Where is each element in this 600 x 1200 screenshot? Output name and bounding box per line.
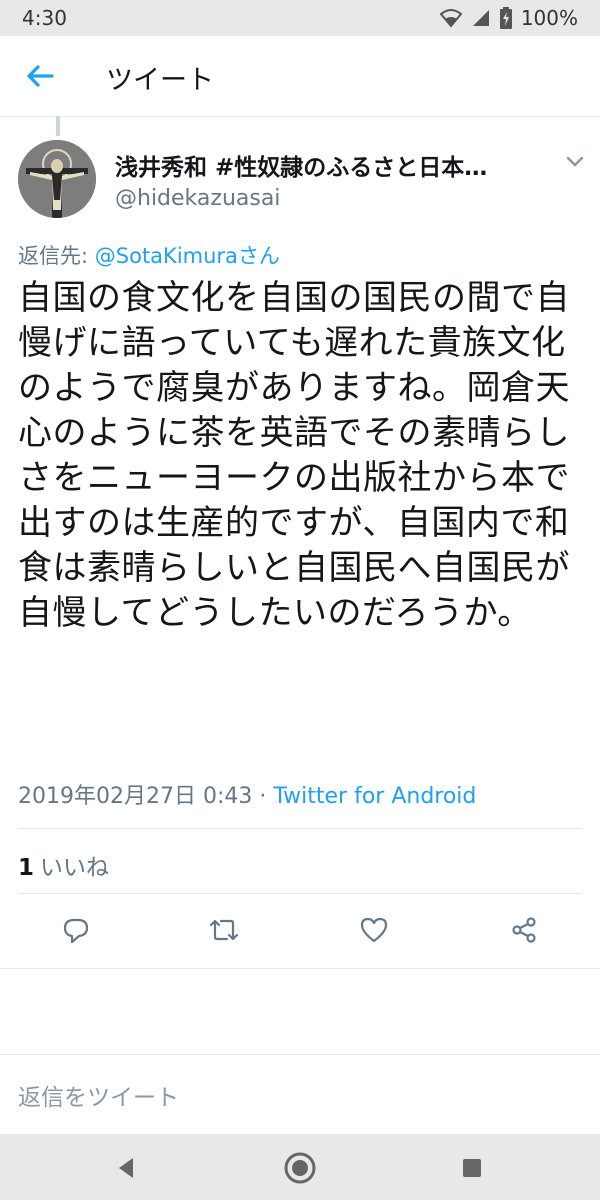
tweet-options-button[interactable]: [564, 153, 586, 167]
like-icon: [360, 917, 388, 943]
system-recents-button[interactable]: [452, 1148, 492, 1188]
reply-to-prefix: 返信先:: [18, 244, 95, 268]
share-icon: [512, 917, 536, 943]
reply-to-line: 返信先: @SotaKimuraさん: [18, 240, 280, 270]
reply-to-mention[interactable]: @SotaKimuraさん: [95, 244, 280, 268]
tweet-text: 自国の食文化を自国の国民の間で自慢げに語っていても遅れた貴族文化のようで腐臭があ…: [18, 278, 570, 633]
retweet-icon: [209, 919, 239, 941]
page-title: ツイート: [106, 65, 214, 96]
chevron-down-icon: [566, 156, 584, 167]
system-back-button[interactable]: [106, 1148, 146, 1188]
battery-charging-icon: [499, 7, 512, 29]
system-home-button[interactable]: [280, 1148, 320, 1188]
like-button[interactable]: [354, 910, 394, 950]
status-icons: 100%: [439, 6, 578, 30]
reply-input-placeholder[interactable]: 返信をツイート: [18, 1078, 179, 1112]
app-bar: ツイート: [0, 36, 600, 117]
meta-separator: ·: [252, 784, 274, 809]
retweet-button[interactable]: [204, 910, 244, 950]
signal-icon: [472, 10, 489, 26]
tweet-timestamp: 2019年02月27日 0:43: [18, 784, 253, 809]
author-name[interactable]: 浅井秀和 #性奴隷のふるさと日本…: [115, 148, 555, 182]
status-time: 4:30: [22, 6, 67, 30]
likes-summary[interactable]: 1 いいね: [18, 848, 109, 882]
divider: [18, 828, 582, 829]
like-label: いいね: [40, 855, 110, 881]
tweet-source-link[interactable]: Twitter for Android: [273, 784, 476, 809]
back-triangle-icon: [119, 1158, 133, 1178]
reply-composer[interactable]: 返信をツイート: [0, 1054, 600, 1134]
like-count: 1: [18, 855, 35, 881]
thread-connector: [56, 116, 60, 136]
tweet-meta: 2019年02月27日 0:43 · Twitter for Android: [18, 778, 476, 810]
back-button[interactable]: [22, 60, 58, 92]
crucifix-avatar-icon: [18, 140, 96, 218]
battery-percent: 100%: [520, 6, 578, 30]
home-circle-icon: [284, 1152, 316, 1184]
reply-icon: [63, 918, 89, 944]
system-nav-bar: [0, 1134, 600, 1200]
status-bar: 4:30 100%: [0, 0, 600, 36]
wifi-icon: [439, 9, 463, 28]
author-handle[interactable]: @hidekazuasai: [115, 186, 280, 211]
recents-square-icon: [463, 1159, 481, 1177]
divider: [0, 968, 600, 969]
divider: [18, 893, 582, 894]
reply-button[interactable]: [56, 910, 96, 950]
arrow-left-icon: [27, 65, 54, 87]
avatar[interactable]: [18, 140, 96, 218]
share-button[interactable]: [504, 910, 544, 950]
